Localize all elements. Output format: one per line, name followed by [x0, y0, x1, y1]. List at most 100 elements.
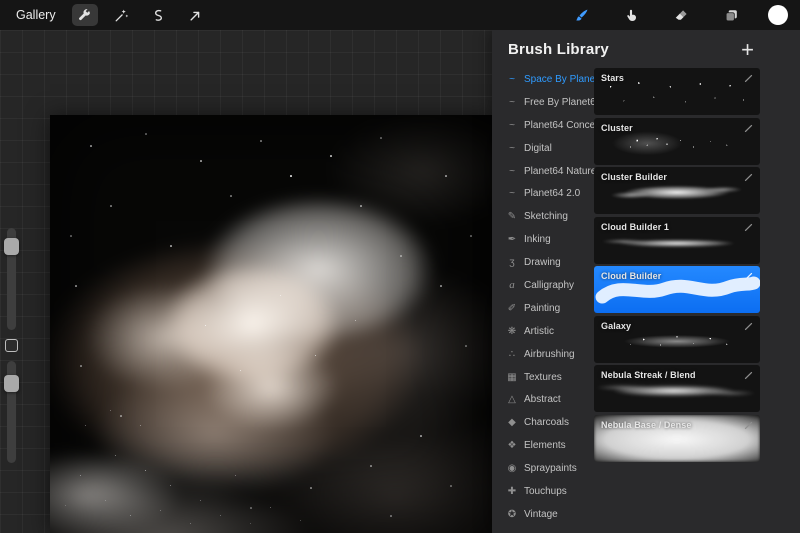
- brush-nebula-streak-blend[interactable]: Nebula Streak / Blend: [594, 365, 760, 412]
- texture-icon: ▦: [506, 372, 518, 383]
- brush-name: Cluster Builder: [601, 172, 667, 182]
- category-vintage[interactable]: ✪ Vintage: [506, 503, 592, 526]
- actions-wrench-icon: [77, 8, 92, 23]
- category-label: Vintage: [524, 509, 558, 520]
- gallery-button[interactable]: Gallery: [10, 8, 62, 22]
- pencil-icon: [743, 370, 754, 381]
- opacity-slider[interactable]: [7, 361, 16, 463]
- category-free-by-planet64[interactable]: ~Free By Planet64: [506, 91, 592, 114]
- transform-arrow-button[interactable]: [183, 4, 209, 26]
- category-planet64-nature[interactable]: ~Planet64 Nature: [506, 160, 592, 183]
- brush-stars[interactable]: Stars: [594, 68, 760, 115]
- category-touchups[interactable]: ✚ Touchups: [506, 480, 592, 503]
- adjustments-wand-button[interactable]: [109, 4, 135, 26]
- brush-name: Cluster: [601, 123, 633, 133]
- brush-name: Cloud Builder: [601, 271, 661, 281]
- category-label: Sketching: [524, 211, 568, 222]
- selection-s-icon: [151, 8, 166, 23]
- sidebar-controls: [2, 228, 20, 463]
- canvas-vignette: [50, 115, 492, 533]
- brush-size-slider[interactable]: [7, 228, 16, 330]
- pencil-icon: [743, 321, 754, 332]
- layers-button[interactable]: [718, 4, 744, 26]
- brush-name: Stars: [601, 73, 624, 83]
- ink-nib-icon: ✒: [506, 234, 518, 245]
- category-charcoals[interactable]: ◆Charcoals: [506, 411, 592, 434]
- category-label: Calligraphy: [524, 280, 574, 291]
- category-abstract[interactable]: △Abstract: [506, 388, 592, 411]
- brush-cloud-builder[interactable]: Cloud Builder: [594, 266, 760, 313]
- category-planet64-concept[interactable]: ~Planet64 Concept: [506, 114, 592, 137]
- stroke-icon: ~: [506, 120, 518, 131]
- brush-name: Nebula Base / Dense: [601, 420, 691, 430]
- category-inking[interactable]: ✒ Inking: [506, 228, 592, 251]
- category-painting[interactable]: ✐Painting: [506, 297, 592, 320]
- category-digital[interactable]: ~Digital: [506, 137, 592, 160]
- spray-icon: ∴: [506, 349, 518, 360]
- pencil-icon: [743, 420, 754, 431]
- letter-a-icon: a: [506, 279, 518, 291]
- category-textures[interactable]: ▦ Textures: [506, 366, 592, 389]
- category-space-by-planet64[interactable]: ~Space By Planet64: [506, 68, 592, 91]
- eraser-icon: [674, 8, 689, 23]
- brush-library-body: ~Space By Planet64~Free By Planet64~Plan…: [492, 65, 800, 533]
- stroke-icon: ~: [506, 166, 518, 177]
- category-label: Airbrushing: [524, 349, 575, 360]
- brush-nebula-base-dense[interactable]: Nebula Base / Dense: [594, 415, 760, 462]
- selection-s-button[interactable]: [146, 4, 172, 26]
- category-label: Artistic: [524, 326, 554, 337]
- smudge-finger-icon: [624, 8, 639, 23]
- category-sketching[interactable]: ✎ Sketching: [506, 205, 592, 228]
- brush-cluster[interactable]: Cluster: [594, 118, 760, 165]
- squiggle-icon: ʒ: [506, 257, 518, 268]
- category-label: Drawing: [524, 257, 561, 268]
- category-label: Inking: [524, 234, 551, 245]
- category-spraypaints[interactable]: ◉Spraypaints: [506, 457, 592, 480]
- artistic-icon: ❋: [506, 326, 518, 337]
- panel-title: Brush Library: [508, 41, 609, 58]
- category-label: Planet64 Nature: [524, 166, 596, 177]
- touchup-icon: ✚: [506, 486, 518, 497]
- brush-cluster-builder[interactable]: Cluster Builder: [594, 167, 760, 214]
- category-label: Textures: [524, 372, 562, 383]
- category-label: Painting: [524, 303, 560, 314]
- canvas[interactable]: [50, 115, 492, 533]
- modify-button[interactable]: [5, 339, 18, 352]
- brush-category-list: ~Space By Planet64~Free By Planet64~Plan…: [492, 65, 592, 533]
- category-label: Elements: [524, 440, 566, 451]
- adjustments-wand-icon: [114, 8, 129, 23]
- brush-library-panel: Brush Library + ~Space By Planet64~Free …: [492, 30, 800, 533]
- brush-name: Galaxy: [601, 321, 631, 331]
- pencil-icon: [743, 123, 754, 134]
- right-tool-group: [568, 4, 790, 26]
- stroke-icon: ~: [506, 188, 518, 199]
- eraser-button[interactable]: [668, 4, 694, 26]
- paint-brush-button[interactable]: [568, 4, 594, 26]
- actions-wrench-button[interactable]: [72, 4, 98, 26]
- layers-icon: [724, 8, 739, 23]
- color-swatch-button[interactable]: [768, 5, 788, 25]
- left-tool-group: [72, 4, 220, 26]
- category-drawing[interactable]: ʒ Drawing: [506, 251, 592, 274]
- category-label: Touchups: [524, 486, 567, 497]
- charcoal-icon: ◆: [506, 417, 518, 428]
- brush-galaxy[interactable]: Galaxy: [594, 316, 760, 363]
- category-elements[interactable]: ❖ Elements: [506, 434, 592, 457]
- star-icon: ✪: [506, 509, 518, 520]
- add-brush-button[interactable]: +: [741, 42, 754, 58]
- brush-cloud-builder-1[interactable]: Cloud Builder 1: [594, 217, 760, 264]
- category-artistic[interactable]: ❋ Artistic: [506, 320, 592, 343]
- opacity-slider-handle[interactable]: [4, 375, 19, 392]
- category-planet64-2-0[interactable]: ~ Planet64 2.0: [506, 182, 592, 205]
- brush-size-slider-handle[interactable]: [4, 238, 19, 255]
- brush-library-header: Brush Library +: [492, 30, 800, 65]
- smudge-finger-button[interactable]: [618, 4, 644, 26]
- elements-icon: ❖: [506, 440, 518, 451]
- category-airbrushing[interactable]: ∴ Airbrushing: [506, 343, 592, 366]
- category-calligraphy[interactable]: a Calligraphy: [506, 274, 592, 297]
- category-label: Abstract: [524, 394, 561, 405]
- stroke-icon: ~: [506, 97, 518, 108]
- category-label: Planet64 2.0: [524, 188, 580, 199]
- pencil-icon: ✎: [506, 211, 518, 222]
- top-toolbar: Gallery: [0, 0, 800, 30]
